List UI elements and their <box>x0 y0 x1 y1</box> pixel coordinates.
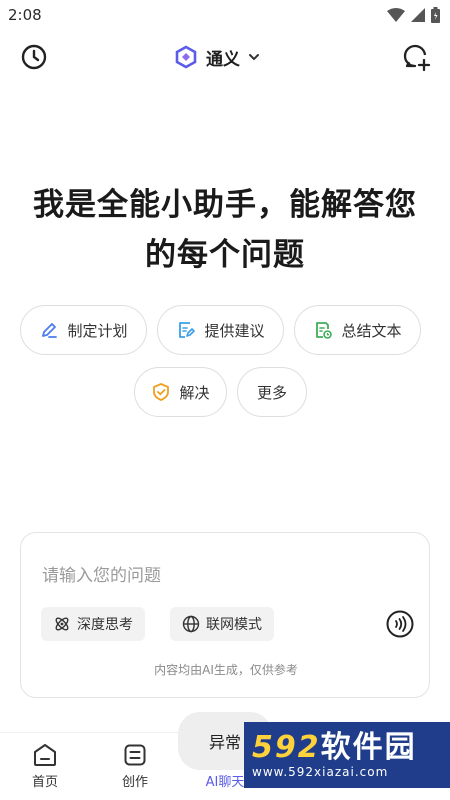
status-time: 2:08 <box>8 6 42 24</box>
nav-create[interactable]: 创作 <box>95 743 175 790</box>
chat-input[interactable]: 请输入您的问题 <box>42 561 161 586</box>
nav-home[interactable]: 首页 <box>5 743 85 790</box>
chip-label: 制定计划 <box>67 321 128 340</box>
nav-create-label: 创作 <box>121 775 148 790</box>
home-icon <box>34 744 56 766</box>
voice-input-icon[interactable] <box>385 609 415 639</box>
cellular-icon <box>411 8 425 22</box>
shield-check-icon <box>153 383 170 401</box>
atom-icon <box>55 617 69 631</box>
wifi-icon <box>387 8 405 22</box>
chip-give-advice[interactable]: 提供建议 <box>157 305 284 355</box>
chip-label: 提供建议 <box>204 321 265 340</box>
hero-title: 我是全能小助手，能解答您 的每个问题 <box>0 180 450 280</box>
nav-ai-chat-label: AI聊天 <box>205 775 245 790</box>
status-icons <box>387 7 440 23</box>
chip-more[interactable]: 更多 <box>237 367 307 417</box>
pen-icon <box>42 323 58 338</box>
chip-label: 更多 <box>256 383 287 402</box>
chip-solve[interactable]: 解决 <box>134 367 227 417</box>
chip-label: 解决 <box>179 383 210 402</box>
create-icon <box>124 744 146 766</box>
status-bar: 2:08 <box>0 0 450 30</box>
chip-label: 总结文本 <box>341 321 402 340</box>
nav-home-label: 首页 <box>31 775 58 790</box>
chevron-down-icon <box>249 54 259 61</box>
deep-think-toggle[interactable]: 深度思考 <box>41 607 145 641</box>
document-clock-icon <box>316 322 333 339</box>
hero-line-1: 我是全能小助手，能解答您 <box>33 187 417 223</box>
chat-input-card: 请输入您的问题 深度思考 联网模式 内容均由AI生成，仅供参考 <box>20 532 430 698</box>
web-mode-label: 联网模式 <box>206 617 262 633</box>
watermark-url: www.592xiazai.com <box>252 765 389 779</box>
model-name: 通义 <box>206 49 240 70</box>
clock-icon <box>21 44 47 70</box>
top-bar: 通义 <box>0 36 450 78</box>
watermark-brand: 592软件园 <box>252 731 450 765</box>
history-button[interactable] <box>17 40 51 74</box>
web-mode-toggle[interactable]: 联网模式 <box>170 607 274 641</box>
new-chat-button[interactable] <box>399 40 433 74</box>
edit-document-icon <box>179 322 196 338</box>
watermark: 592软件园 www.592xiazai.com <box>244 722 450 788</box>
ai-disclaimer: 内容均由AI生成，仅供参考 <box>154 663 298 677</box>
battery-icon <box>431 7 440 23</box>
tongyi-logo-icon <box>175 45 197 69</box>
watermark-text: 软件园 <box>320 730 417 765</box>
new-chat-icon <box>403 44 431 72</box>
chip-make-plan[interactable]: 制定计划 <box>20 305 147 355</box>
chip-summarize-text[interactable]: 总结文本 <box>294 305 421 355</box>
watermark-number: 592 <box>252 730 321 765</box>
deep-think-label: 深度思考 <box>77 617 133 633</box>
globe-icon <box>182 615 200 633</box>
model-selector[interactable]: 通义 <box>174 42 260 72</box>
hero-line-2: 的每个问题 <box>145 237 305 273</box>
